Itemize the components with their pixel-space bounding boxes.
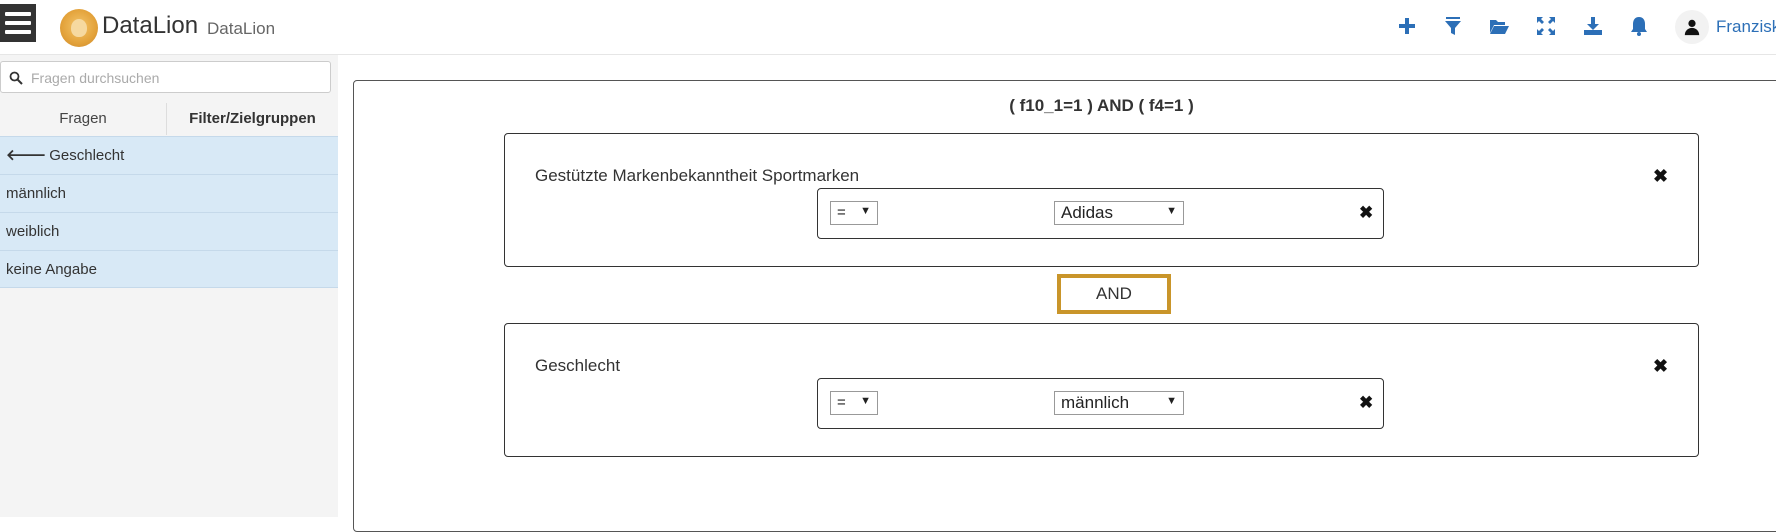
remove-value-icon[interactable]: ✖ bbox=[1359, 204, 1373, 222]
and-connector-button[interactable]: AND bbox=[1057, 274, 1171, 314]
value-select[interactable]: männlich ▼ bbox=[1054, 391, 1184, 415]
condition-title: Geschlecht bbox=[535, 356, 621, 375]
download-icon[interactable] bbox=[1582, 15, 1604, 37]
menu-icon[interactable] bbox=[0, 4, 36, 42]
condition-row: = ▼ Adidas ▼ ✖ bbox=[817, 188, 1384, 239]
plus-icon[interactable] bbox=[1396, 15, 1418, 37]
list-item[interactable]: männlich bbox=[0, 174, 338, 212]
brand-subtitle: DataLion bbox=[207, 19, 276, 38]
condition-row: = ▼ männlich ▼ ✖ bbox=[817, 378, 1384, 429]
search-input[interactable] bbox=[29, 66, 323, 90]
operator-select[interactable]: = ▼ bbox=[830, 391, 878, 415]
bell-icon[interactable] bbox=[1628, 15, 1650, 37]
list-item[interactable]: weiblich bbox=[0, 212, 338, 250]
filter-expression: ( f10_1=1 ) AND ( f4=1 ) bbox=[0, 96, 1776, 116]
filter-icon[interactable] bbox=[1442, 15, 1464, 37]
remove-condition-icon[interactable]: ✖ bbox=[1653, 357, 1668, 375]
value-select[interactable]: Adidas ▼ bbox=[1054, 201, 1184, 225]
sidebar: Fragen Filter/Zielgruppen 🡐Geschlecht mä… bbox=[0, 55, 338, 517]
caret-down-icon: ▼ bbox=[860, 395, 871, 407]
condition-card: Gestützte Markenbekanntheit Sportmarken … bbox=[504, 133, 1699, 267]
caret-down-icon: ▼ bbox=[1166, 395, 1177, 407]
search-icon bbox=[9, 71, 23, 85]
list-item[interactable]: keine Angabe bbox=[0, 250, 338, 288]
list-item-back[interactable]: 🡐 Geschlecht bbox=[0, 136, 338, 174]
operator-select[interactable]: = ▼ bbox=[830, 201, 878, 225]
condition-card: Geschlecht ✖ = ▼ männlich ▼ ✖ bbox=[504, 323, 1699, 457]
condition-title: Gestützte Markenbekanntheit Sportmarken bbox=[535, 166, 860, 185]
caret-down-icon: ▼ bbox=[860, 205, 871, 217]
user-avatar[interactable] bbox=[1675, 10, 1709, 44]
filter-expression-text: ( f10_1=1 ) AND ( f4=1 ) bbox=[1009, 96, 1194, 115]
caret-down-icon: ▼ bbox=[1166, 205, 1177, 217]
filter-list: 🡐 Geschlecht männlich weiblich keine Anga… bbox=[0, 136, 338, 288]
top-bar: DataLion DataLion Franzisk bbox=[0, 0, 1776, 55]
user-name[interactable]: Franzisk bbox=[1716, 17, 1776, 37]
remove-condition-icon[interactable]: ✖ bbox=[1653, 167, 1668, 185]
list-item-label: Geschlecht bbox=[49, 147, 125, 164]
expand-icon[interactable] bbox=[1535, 15, 1557, 37]
search-box[interactable] bbox=[0, 61, 331, 93]
brand-name: DataLion bbox=[102, 12, 199, 39]
folder-open-icon[interactable] bbox=[1488, 15, 1510, 37]
user-icon bbox=[1684, 19, 1700, 36]
datalion-logo bbox=[60, 9, 98, 47]
remove-value-icon[interactable]: ✖ bbox=[1359, 394, 1373, 412]
arrow-left-icon: 🡐 bbox=[6, 147, 47, 164]
